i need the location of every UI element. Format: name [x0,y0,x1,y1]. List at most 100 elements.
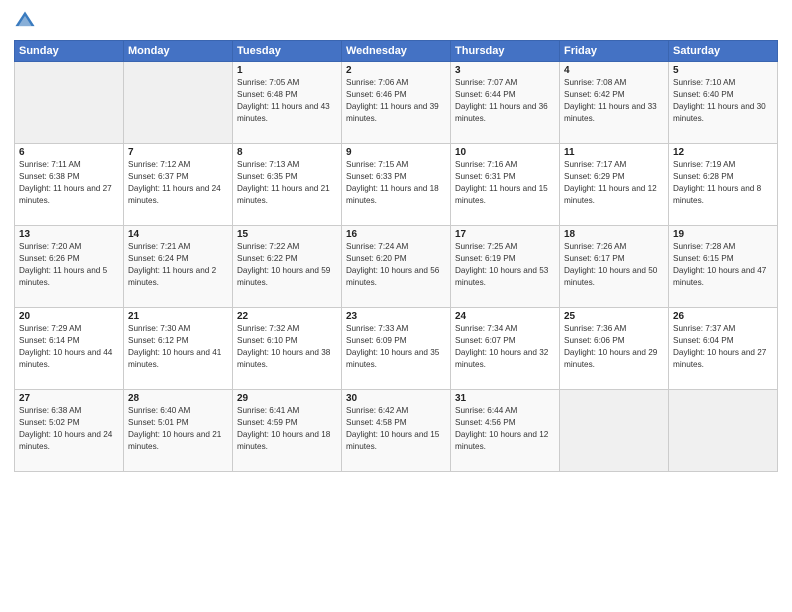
day-content: Sunrise: 7:20 AMSunset: 6:26 PMDaylight:… [19,241,119,289]
day-number: 12 [673,147,773,158]
header-cell-sunday: Sunday [15,41,124,62]
day-number: 7 [128,147,228,158]
day-content: Sunrise: 7:30 AMSunset: 6:12 PMDaylight:… [128,323,228,371]
calendar-body: 1Sunrise: 7:05 AMSunset: 6:48 PMDaylight… [15,62,778,472]
day-number: 4 [564,65,664,76]
day-number: 8 [237,147,337,158]
day-cell: 31Sunrise: 6:44 AMSunset: 4:56 PMDayligh… [451,390,560,472]
day-cell: 16Sunrise: 7:24 AMSunset: 6:20 PMDayligh… [342,226,451,308]
day-number: 25 [564,311,664,322]
day-content: Sunrise: 7:15 AMSunset: 6:33 PMDaylight:… [346,159,446,207]
day-content: Sunrise: 6:42 AMSunset: 4:58 PMDaylight:… [346,405,446,453]
logo-icon [14,10,36,32]
day-number: 17 [455,229,555,240]
header-cell-monday: Monday [124,41,233,62]
day-cell: 11Sunrise: 7:17 AMSunset: 6:29 PMDayligh… [560,144,669,226]
day-number: 28 [128,393,228,404]
day-content: Sunrise: 7:06 AMSunset: 6:46 PMDaylight:… [346,77,446,125]
day-cell: 8Sunrise: 7:13 AMSunset: 6:35 PMDaylight… [233,144,342,226]
day-cell: 1Sunrise: 7:05 AMSunset: 6:48 PMDaylight… [233,62,342,144]
day-number: 3 [455,65,555,76]
day-number: 19 [673,229,773,240]
day-cell: 7Sunrise: 7:12 AMSunset: 6:37 PMDaylight… [124,144,233,226]
day-content: Sunrise: 7:26 AMSunset: 6:17 PMDaylight:… [564,241,664,289]
day-content: Sunrise: 7:10 AMSunset: 6:40 PMDaylight:… [673,77,773,125]
day-cell: 10Sunrise: 7:16 AMSunset: 6:31 PMDayligh… [451,144,560,226]
day-cell [560,390,669,472]
day-number: 29 [237,393,337,404]
day-number: 23 [346,311,446,322]
day-content: Sunrise: 7:11 AMSunset: 6:38 PMDaylight:… [19,159,119,207]
day-cell: 25Sunrise: 7:36 AMSunset: 6:06 PMDayligh… [560,308,669,390]
day-cell: 29Sunrise: 6:41 AMSunset: 4:59 PMDayligh… [233,390,342,472]
day-number: 5 [673,65,773,76]
day-number: 31 [455,393,555,404]
day-cell [124,62,233,144]
calendar-table: SundayMondayTuesdayWednesdayThursdayFrid… [14,40,778,472]
day-cell: 3Sunrise: 7:07 AMSunset: 6:44 PMDaylight… [451,62,560,144]
day-content: Sunrise: 7:37 AMSunset: 6:04 PMDaylight:… [673,323,773,371]
day-content: Sunrise: 7:13 AMSunset: 6:35 PMDaylight:… [237,159,337,207]
day-content: Sunrise: 7:21 AMSunset: 6:24 PMDaylight:… [128,241,228,289]
day-cell: 28Sunrise: 6:40 AMSunset: 5:01 PMDayligh… [124,390,233,472]
day-content: Sunrise: 7:16 AMSunset: 6:31 PMDaylight:… [455,159,555,207]
day-content: Sunrise: 6:40 AMSunset: 5:01 PMDaylight:… [128,405,228,453]
week-row-4: 20Sunrise: 7:29 AMSunset: 6:14 PMDayligh… [15,308,778,390]
week-row-2: 6Sunrise: 7:11 AMSunset: 6:38 PMDaylight… [15,144,778,226]
day-cell [15,62,124,144]
day-number: 2 [346,65,446,76]
header-cell-friday: Friday [560,41,669,62]
day-cell: 2Sunrise: 7:06 AMSunset: 6:46 PMDaylight… [342,62,451,144]
day-number: 6 [19,147,119,158]
header-cell-wednesday: Wednesday [342,41,451,62]
day-cell: 14Sunrise: 7:21 AMSunset: 6:24 PMDayligh… [124,226,233,308]
week-row-5: 27Sunrise: 6:38 AMSunset: 5:02 PMDayligh… [15,390,778,472]
day-content: Sunrise: 7:34 AMSunset: 6:07 PMDaylight:… [455,323,555,371]
day-number: 20 [19,311,119,322]
page: SundayMondayTuesdayWednesdayThursdayFrid… [0,0,792,612]
day-number: 13 [19,229,119,240]
day-content: Sunrise: 7:08 AMSunset: 6:42 PMDaylight:… [564,77,664,125]
day-cell: 18Sunrise: 7:26 AMSunset: 6:17 PMDayligh… [560,226,669,308]
day-content: Sunrise: 7:33 AMSunset: 6:09 PMDaylight:… [346,323,446,371]
day-number: 11 [564,147,664,158]
day-number: 22 [237,311,337,322]
day-cell: 21Sunrise: 7:30 AMSunset: 6:12 PMDayligh… [124,308,233,390]
day-content: Sunrise: 7:36 AMSunset: 6:06 PMDaylight:… [564,323,664,371]
day-cell: 24Sunrise: 7:34 AMSunset: 6:07 PMDayligh… [451,308,560,390]
day-cell: 19Sunrise: 7:28 AMSunset: 6:15 PMDayligh… [669,226,778,308]
logo [14,10,40,32]
day-cell: 13Sunrise: 7:20 AMSunset: 6:26 PMDayligh… [15,226,124,308]
header-cell-thursday: Thursday [451,41,560,62]
day-content: Sunrise: 7:12 AMSunset: 6:37 PMDaylight:… [128,159,228,207]
day-cell: 17Sunrise: 7:25 AMSunset: 6:19 PMDayligh… [451,226,560,308]
day-cell: 27Sunrise: 6:38 AMSunset: 5:02 PMDayligh… [15,390,124,472]
day-content: Sunrise: 7:07 AMSunset: 6:44 PMDaylight:… [455,77,555,125]
day-content: Sunrise: 7:25 AMSunset: 6:19 PMDaylight:… [455,241,555,289]
day-content: Sunrise: 6:38 AMSunset: 5:02 PMDaylight:… [19,405,119,453]
day-cell: 23Sunrise: 7:33 AMSunset: 6:09 PMDayligh… [342,308,451,390]
day-cell: 15Sunrise: 7:22 AMSunset: 6:22 PMDayligh… [233,226,342,308]
day-number: 10 [455,147,555,158]
day-number: 15 [237,229,337,240]
day-number: 9 [346,147,446,158]
day-content: Sunrise: 6:41 AMSunset: 4:59 PMDaylight:… [237,405,337,453]
header [14,10,778,32]
day-number: 26 [673,311,773,322]
header-cell-tuesday: Tuesday [233,41,342,62]
day-content: Sunrise: 7:24 AMSunset: 6:20 PMDaylight:… [346,241,446,289]
day-cell: 12Sunrise: 7:19 AMSunset: 6:28 PMDayligh… [669,144,778,226]
day-number: 18 [564,229,664,240]
day-number: 21 [128,311,228,322]
day-number: 14 [128,229,228,240]
day-number: 1 [237,65,337,76]
week-row-1: 1Sunrise: 7:05 AMSunset: 6:48 PMDaylight… [15,62,778,144]
day-cell: 26Sunrise: 7:37 AMSunset: 6:04 PMDayligh… [669,308,778,390]
day-cell [669,390,778,472]
day-content: Sunrise: 7:28 AMSunset: 6:15 PMDaylight:… [673,241,773,289]
day-cell: 4Sunrise: 7:08 AMSunset: 6:42 PMDaylight… [560,62,669,144]
day-number: 27 [19,393,119,404]
day-number: 24 [455,311,555,322]
day-content: Sunrise: 7:19 AMSunset: 6:28 PMDaylight:… [673,159,773,207]
header-row: SundayMondayTuesdayWednesdayThursdayFrid… [15,41,778,62]
